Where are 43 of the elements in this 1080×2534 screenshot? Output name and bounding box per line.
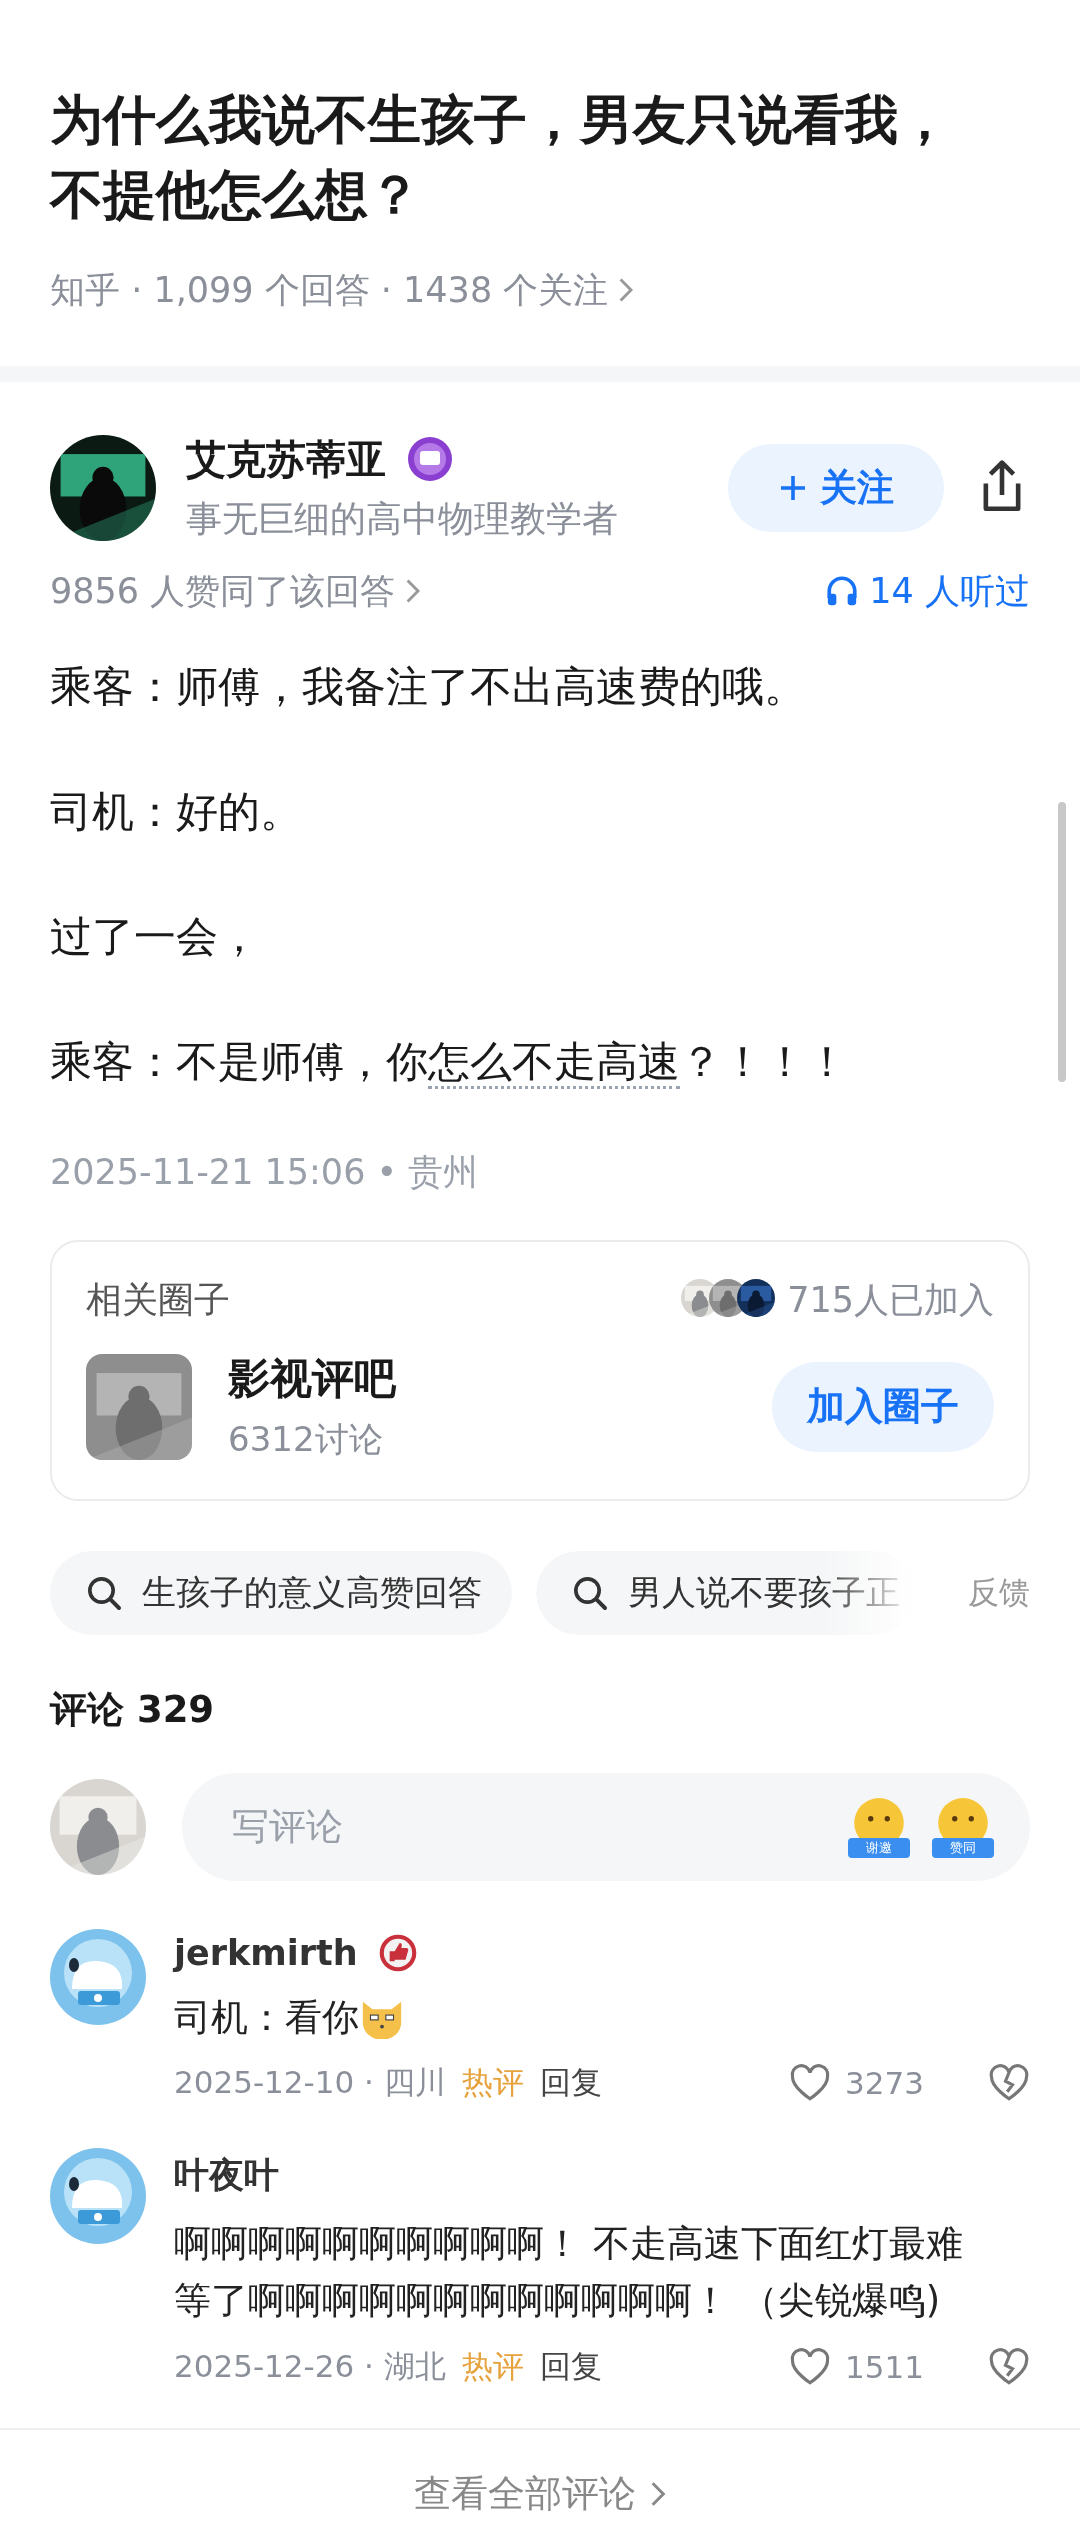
question-stats: 知乎 · 1,099 个回答 · 1438 个关注: [50, 268, 609, 312]
card-heading: 相关圈子: [86, 1277, 230, 1322]
heart-icon[interactable]: [789, 2346, 832, 2387]
search-link[interactable]: 怎么不走高速: [428, 1036, 680, 1089]
discussion-count: 6312讨论: [228, 1417, 384, 1461]
member-count: 715人已加入: [787, 1278, 994, 1322]
follow-button[interactable]: 关注: [728, 443, 944, 532]
like-count: 1511: [845, 2348, 924, 2385]
circle-name[interactable]: 影视评吧: [228, 1350, 736, 1407]
author-name[interactable]: 艾克苏蒂亚: [186, 431, 386, 487]
hot-comment-tag: 热评: [461, 2061, 524, 2104]
avatar[interactable]: [50, 1928, 146, 2025]
answer-paragraph: 司机：好的。: [50, 785, 303, 838]
message-badge-icon: [406, 435, 454, 483]
comment-text: 啊啊啊啊啊啊啊啊啊啊！ 不走高速下面红灯最难 等了啊啊啊啊啊啊啊啊啊啊啊啊！ （尖锐爆鸣): [174, 2220, 964, 2325]
reply-button[interactable]: 回复: [539, 2061, 602, 2104]
view-all-comments-button[interactable]: 查看全部评论: [408, 2467, 672, 2520]
commenter-name[interactable]: 叶夜叶: [174, 2151, 279, 2199]
related-search-chip[interactable]: 生孩子的意义高赞回答: [50, 1550, 512, 1635]
answer-timestamp: 2025-11-21 15:06 • 贵州: [50, 1150, 480, 1194]
comments-heading: 评论 329: [50, 1686, 216, 1733]
chevron-right-icon: [618, 277, 634, 303]
broken-heart-icon[interactable]: [988, 2346, 1030, 2387]
like-count: 3273: [845, 2064, 924, 2101]
avatar[interactable]: [50, 2147, 146, 2244]
broken-heart-icon[interactable]: [988, 2062, 1030, 2103]
answer-paragraph: 过了一会，: [50, 910, 261, 963]
hot-comment-tag: 热评: [461, 2345, 524, 2388]
chevron-right-icon: [650, 2479, 666, 2508]
comment-date-location: 2025-12-26 · 湖北: [174, 2346, 446, 2386]
question-title: 为什么我说不生孩子，男友只说看我， 不提他怎么想？: [50, 88, 952, 228]
comment-date-location: 2025-12-10 · 四川: [174, 2062, 446, 2102]
reply-button[interactable]: 回复: [539, 2345, 602, 2388]
author-bio: 事无巨细的高中物理教学者: [186, 496, 619, 541]
answer-paragraph: 乘客：不是师傅，你怎么不走高速？！！！: [50, 1029, 1030, 1093]
commenter-name[interactable]: jerkmirth: [174, 1932, 358, 1973]
chevron-right-icon: [405, 578, 421, 604]
headphones-icon: [825, 574, 860, 608]
heart-icon[interactable]: [789, 2062, 832, 2103]
join-circle-button[interactable]: 加入圈子: [772, 1361, 994, 1452]
comment-text: 司机：看你: [174, 1988, 1030, 2046]
listen-count[interactable]: 14 人听过: [869, 567, 1030, 615]
answer-paragraph: 乘客：师傅，我备注了不出高速费的哦。: [50, 660, 807, 713]
